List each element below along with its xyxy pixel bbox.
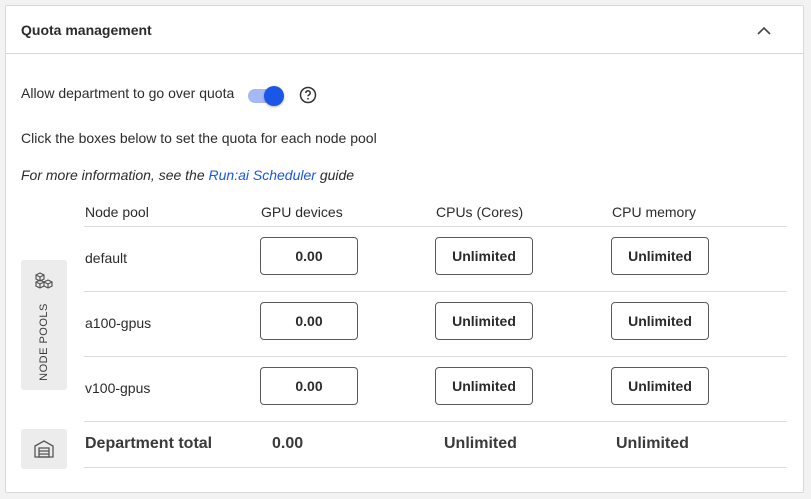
divider: [84, 356, 787, 357]
gpu-quota-input[interactable]: 0.00: [260, 367, 358, 405]
divider: [84, 421, 787, 422]
info-prefix: For more information, see the: [21, 167, 209, 183]
gpu-quota-input[interactable]: 0.00: [260, 237, 358, 275]
column-header-cpus: CPUs (Cores): [436, 204, 524, 220]
question-circle-icon[interactable]: [299, 86, 317, 104]
column-header-gpu-devices: GPU devices: [261, 204, 343, 220]
toggle-thumb: [264, 86, 284, 106]
pool-name: default: [85, 250, 128, 266]
info-suffix: guide: [315, 167, 355, 183]
node-pools-side-tab[interactable]: NODE POOLS: [21, 260, 67, 390]
card-header[interactable]: Quota management: [6, 6, 803, 54]
chevron-up-icon[interactable]: [753, 20, 775, 42]
total-memory-value: Unlimited: [616, 435, 689, 452]
cpu-quota-input[interactable]: Unlimited: [435, 237, 533, 275]
total-gpu-value: 0.00: [272, 435, 304, 452]
divider: [84, 291, 787, 292]
over-quota-label: Allow department to go over quota: [21, 85, 235, 101]
info-text: For more information, see the Run:ai Sch…: [21, 167, 354, 183]
divider: [84, 226, 787, 227]
pool-name: a100-gpus: [85, 315, 152, 331]
memory-quota-input[interactable]: Unlimited: [611, 237, 709, 275]
cubes-icon: [33, 270, 55, 292]
cpu-quota-input[interactable]: Unlimited: [435, 302, 533, 340]
gpu-quota-input[interactable]: 0.00: [260, 302, 358, 340]
cpu-quota-input[interactable]: Unlimited: [435, 367, 533, 405]
department-total-label: Department total: [85, 435, 213, 452]
memory-quota-input[interactable]: Unlimited: [611, 367, 709, 405]
quota-management-card: Quota management Allow department to go …: [5, 5, 804, 493]
instruction-text: Click the boxes below to set the quota f…: [21, 130, 377, 146]
divider: [84, 467, 787, 468]
warehouse-icon: [33, 438, 55, 460]
department-total-icon-box: [21, 429, 67, 469]
total-cpu-value: Unlimited: [444, 435, 517, 452]
pool-name: v100-gpus: [85, 380, 151, 396]
side-tab-label: NODE POOLS: [38, 303, 50, 381]
column-header-cpu-memory: CPU memory: [612, 204, 697, 220]
scheduler-guide-link[interactable]: Run:ai Scheduler: [209, 167, 316, 183]
memory-quota-input[interactable]: Unlimited: [611, 302, 709, 340]
card-title: Quota management: [21, 22, 152, 38]
column-header-node-pool: Node pool: [85, 204, 149, 220]
over-quota-toggle[interactable]: [248, 84, 284, 106]
